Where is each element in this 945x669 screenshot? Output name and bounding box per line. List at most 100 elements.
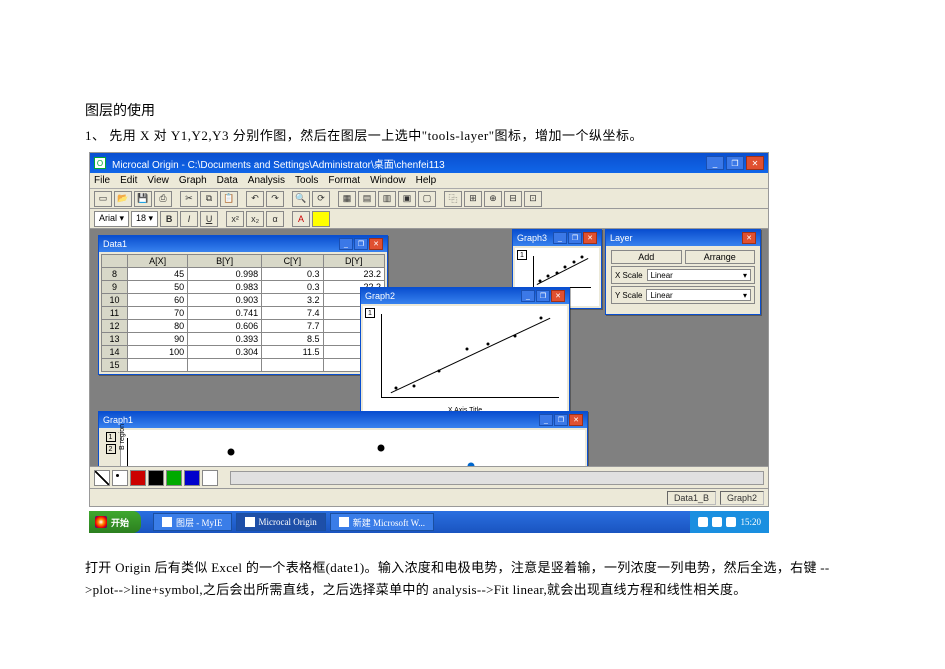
- data1-minimize-button[interactable]: _: [339, 238, 353, 250]
- red-swatch-icon[interactable]: [130, 470, 146, 486]
- data1-close-button[interactable]: ✕: [369, 238, 383, 250]
- layer-dialog[interactable]: Layer ✕ Add Arrange X Scale Linear▾ Y Sc…: [605, 229, 761, 315]
- layer-dialog-close-button[interactable]: ✕: [742, 232, 756, 244]
- col-header-blank[interactable]: [102, 255, 128, 268]
- menu-help[interactable]: Help: [416, 175, 437, 186]
- cell[interactable]: 7.7: [262, 320, 323, 333]
- row-head[interactable]: 13: [102, 333, 128, 346]
- cell[interactable]: 0.304: [188, 346, 262, 359]
- subscript-icon[interactable]: x₂: [246, 211, 264, 227]
- zoom-icon[interactable]: 🔍: [292, 191, 310, 207]
- cell[interactable]: 0.3: [262, 281, 323, 294]
- cell[interactable]: 50: [128, 281, 188, 294]
- data1-maximize-button[interactable]: ❐: [354, 238, 368, 250]
- add-layer-icon[interactable]: ⊕: [484, 191, 502, 207]
- cell[interactable]: 0.3: [262, 268, 323, 281]
- start-button[interactable]: 开始: [89, 511, 141, 533]
- close-button[interactable]: ✕: [746, 156, 764, 170]
- data1-grid[interactable]: A[X] B[Y] C[Y] D[Y] 8450.9980.323.2 9500…: [101, 254, 385, 372]
- graph1-layer-1[interactable]: 1: [106, 432, 116, 442]
- superscript-icon[interactable]: x²: [226, 211, 244, 227]
- paste-icon[interactable]: 📋: [220, 191, 238, 207]
- merge-icon[interactable]: ⊡: [524, 191, 542, 207]
- cell[interactable]: [188, 359, 262, 372]
- minimize-button[interactable]: _: [706, 156, 724, 170]
- graph2-window[interactable]: Graph2 _ ❐ ✕ 1: [360, 287, 570, 419]
- black-swatch-icon[interactable]: [148, 470, 164, 486]
- green-swatch-icon[interactable]: [166, 470, 182, 486]
- new-notes-icon[interactable]: ▢: [418, 191, 436, 207]
- row-head[interactable]: 15: [102, 359, 128, 372]
- fill-color-icon[interactable]: [312, 211, 330, 227]
- graph2-maximize-button[interactable]: ❐: [536, 290, 550, 302]
- taskbar-item-myie[interactable]: 图层 - MyIE: [153, 513, 232, 531]
- taskbar-item-word[interactable]: 新建 Microsoft W...: [330, 513, 434, 531]
- col-header-b[interactable]: B[Y]: [188, 255, 262, 268]
- menu-graph[interactable]: Graph: [179, 175, 207, 186]
- graph2-layer-badge[interactable]: 1: [365, 308, 375, 318]
- print-icon[interactable]: ⎙: [154, 191, 172, 207]
- new-graph-icon[interactable]: ▤: [358, 191, 376, 207]
- cell[interactable]: 80: [128, 320, 188, 333]
- new-matrix-icon[interactable]: ▥: [378, 191, 396, 207]
- bottom-scrollbar[interactable]: [230, 471, 764, 485]
- graph3-titlebar[interactable]: Graph3 _ ❐ ✕: [513, 230, 601, 246]
- cell[interactable]: 60: [128, 294, 188, 307]
- data1-window[interactable]: Data1 _ ❐ ✕ A[X] B[Y] C[Y]: [98, 235, 388, 375]
- bold-icon[interactable]: B: [160, 211, 178, 227]
- duplicate-icon[interactable]: ⿻: [444, 191, 462, 207]
- graph1-titlebar[interactable]: Graph1 _ ❐ ✕: [99, 412, 587, 428]
- row-head[interactable]: 14: [102, 346, 128, 359]
- graph2-minimize-button[interactable]: _: [521, 290, 535, 302]
- cell[interactable]: 8.5: [262, 333, 323, 346]
- cell[interactable]: 11.5: [262, 346, 323, 359]
- row-head[interactable]: 8: [102, 268, 128, 281]
- menu-view[interactable]: View: [147, 175, 169, 186]
- tray-icon[interactable]: [726, 517, 736, 527]
- cell[interactable]: 23.2: [323, 268, 384, 281]
- cell[interactable]: 0.393: [188, 333, 262, 346]
- new-icon[interactable]: ▭: [94, 191, 112, 207]
- graph3-plot[interactable]: [533, 256, 591, 288]
- graph3-maximize-button[interactable]: ❐: [568, 232, 582, 244]
- system-tray[interactable]: 15:20: [690, 511, 769, 533]
- graph2-body[interactable]: 1 X Axis Title: [363, 306, 567, 416]
- copy-icon[interactable]: ⧉: [200, 191, 218, 207]
- cell[interactable]: 0.606: [188, 320, 262, 333]
- new-layout-icon[interactable]: ▣: [398, 191, 416, 207]
- text-color-icon[interactable]: A: [292, 211, 310, 227]
- graph1-body[interactable]: 1 2 B region: [101, 430, 585, 466]
- col-header-c[interactable]: C[Y]: [262, 255, 323, 268]
- graph1-window[interactable]: Graph1 _ ❐ ✕ 1 2 B region: [98, 411, 588, 466]
- graph2-titlebar[interactable]: Graph2 _ ❐ ✕: [361, 288, 569, 304]
- cell[interactable]: 0.741: [188, 307, 262, 320]
- clock[interactable]: 15:20: [740, 517, 761, 527]
- menu-analysis[interactable]: Analysis: [248, 175, 285, 186]
- layer-tool-icon[interactable]: ⊞: [464, 191, 482, 207]
- layer-arrange-button[interactable]: Arrange: [685, 250, 756, 264]
- tray-icon[interactable]: [712, 517, 722, 527]
- save-icon[interactable]: 💾: [134, 191, 152, 207]
- xscale-combo[interactable]: Linear▾: [647, 269, 751, 281]
- graph2-plot[interactable]: [381, 314, 559, 398]
- menu-tools[interactable]: Tools: [295, 175, 318, 186]
- graph1-layer-tabs[interactable]: 1 2: [101, 430, 121, 466]
- cell[interactable]: 3.2: [262, 294, 323, 307]
- menu-data[interactable]: Data: [217, 175, 238, 186]
- undo-icon[interactable]: ↶: [246, 191, 264, 207]
- graph1-plot[interactable]: B region: [121, 430, 585, 466]
- cell[interactable]: 0.903: [188, 294, 262, 307]
- redo-icon[interactable]: ↷: [266, 191, 284, 207]
- extract-layer-icon[interactable]: ⊟: [504, 191, 522, 207]
- new-worksheet-icon[interactable]: ▦: [338, 191, 356, 207]
- row-head[interactable]: 12: [102, 320, 128, 333]
- cell[interactable]: 100: [128, 346, 188, 359]
- cell[interactable]: 45: [128, 268, 188, 281]
- cell[interactable]: 0.998: [188, 268, 262, 281]
- graph3-layer-badge[interactable]: 1: [517, 250, 527, 260]
- menu-window[interactable]: Window: [370, 175, 406, 186]
- data1-titlebar[interactable]: Data1 _ ❐ ✕: [99, 236, 387, 252]
- graph2-close-button[interactable]: ✕: [551, 290, 565, 302]
- font-combo[interactable]: Arial ▾: [94, 211, 129, 227]
- cell[interactable]: [128, 359, 188, 372]
